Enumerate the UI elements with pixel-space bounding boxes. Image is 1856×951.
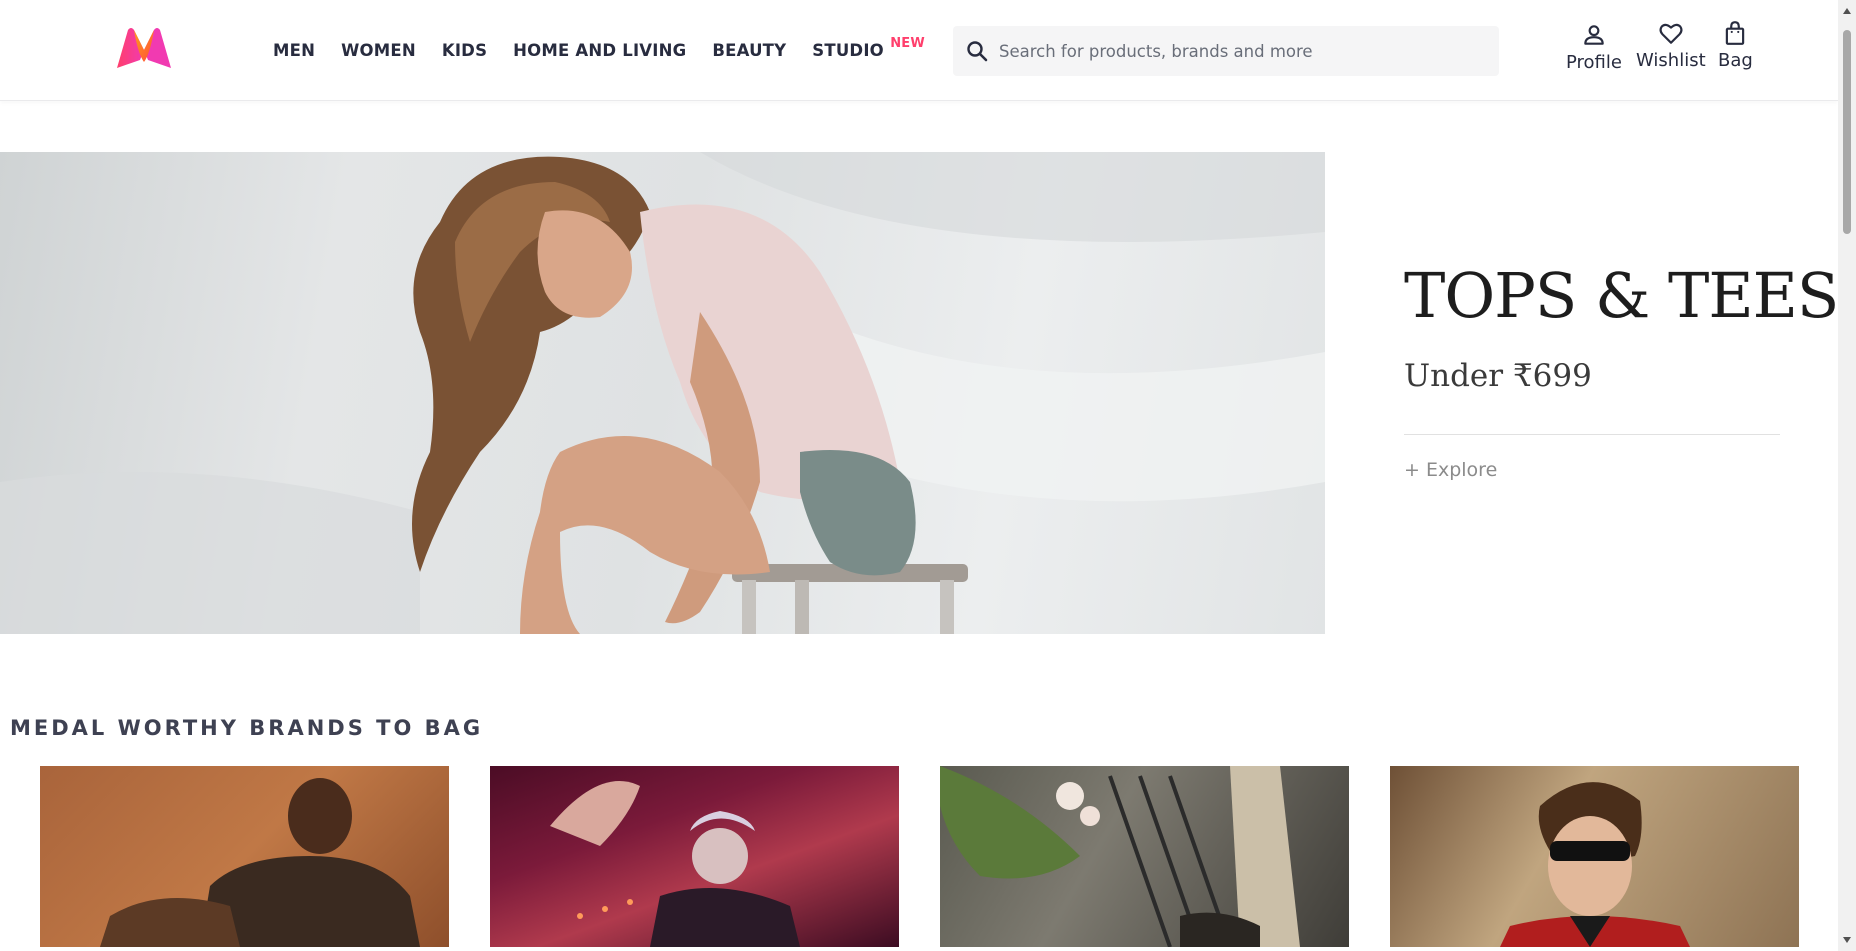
search-icon[interactable] xyxy=(965,39,989,63)
nav-kids[interactable]: KIDS xyxy=(442,0,487,101)
nav-home-and-living[interactable]: HOME AND LIVING xyxy=(513,0,686,101)
hero-title: TOPS & TEES xyxy=(1404,259,1839,332)
nav-women[interactable]: WOMEN xyxy=(341,0,416,101)
main-nav: MEN WOMEN KIDS HOME AND LIVING BEAUTY ST… xyxy=(273,0,925,101)
wishlist-button[interactable]: Wishlist xyxy=(1636,20,1706,71)
brand-card[interactable] xyxy=(40,766,449,947)
search-input[interactable] xyxy=(999,41,1479,61)
page-scrollbar[interactable] xyxy=(1838,0,1856,951)
brand-card-image-4 xyxy=(1500,782,1690,947)
bag-label: Bag xyxy=(1718,50,1753,71)
scroll-down-arrow-icon[interactable] xyxy=(1843,937,1851,943)
explore-link[interactable]: + Explore xyxy=(1404,459,1780,481)
section-title: MEDAL WORTHY BRANDS TO BAG xyxy=(10,716,484,740)
profile-button[interactable]: Profile xyxy=(1566,22,1622,73)
brand-card-image-2 xyxy=(550,781,800,947)
heart-icon xyxy=(1659,23,1683,44)
search-bar xyxy=(953,26,1499,76)
hero-divider xyxy=(1404,434,1780,436)
wishlist-label: Wishlist xyxy=(1636,50,1706,71)
myntra-logo-icon[interactable] xyxy=(114,24,174,72)
hero-model-illustration xyxy=(0,152,1325,634)
hero-banner-image[interactable] xyxy=(0,152,1325,634)
new-badge: NEW xyxy=(890,36,925,51)
bag-button[interactable]: Bag xyxy=(1718,20,1753,71)
profile-label: Profile xyxy=(1566,52,1622,73)
hero-text-block: TOPS & TEES Under ₹699 + Explore xyxy=(1404,259,1839,481)
nav-men[interactable]: MEN xyxy=(273,0,315,101)
scroll-up-arrow-icon[interactable] xyxy=(1843,8,1851,14)
brand-card[interactable] xyxy=(940,766,1349,947)
bag-icon xyxy=(1726,21,1745,45)
brand-card-image-3 xyxy=(940,766,1300,947)
profile-icon xyxy=(1584,25,1604,45)
nav-studio[interactable]: STUDIO NEW xyxy=(812,0,924,101)
brand-card[interactable] xyxy=(490,766,899,947)
brand-card-image-1 xyxy=(100,778,420,947)
site-header: MEN WOMEN KIDS HOME AND LIVING BEAUTY ST… xyxy=(0,0,1838,101)
nav-studio-label: STUDIO xyxy=(812,41,884,60)
nav-beauty[interactable]: BEAUTY xyxy=(712,0,786,101)
scrollbar-thumb[interactable] xyxy=(1843,30,1851,234)
brand-card[interactable] xyxy=(1390,766,1799,947)
hero-subtitle: Under ₹699 xyxy=(1404,358,1592,395)
